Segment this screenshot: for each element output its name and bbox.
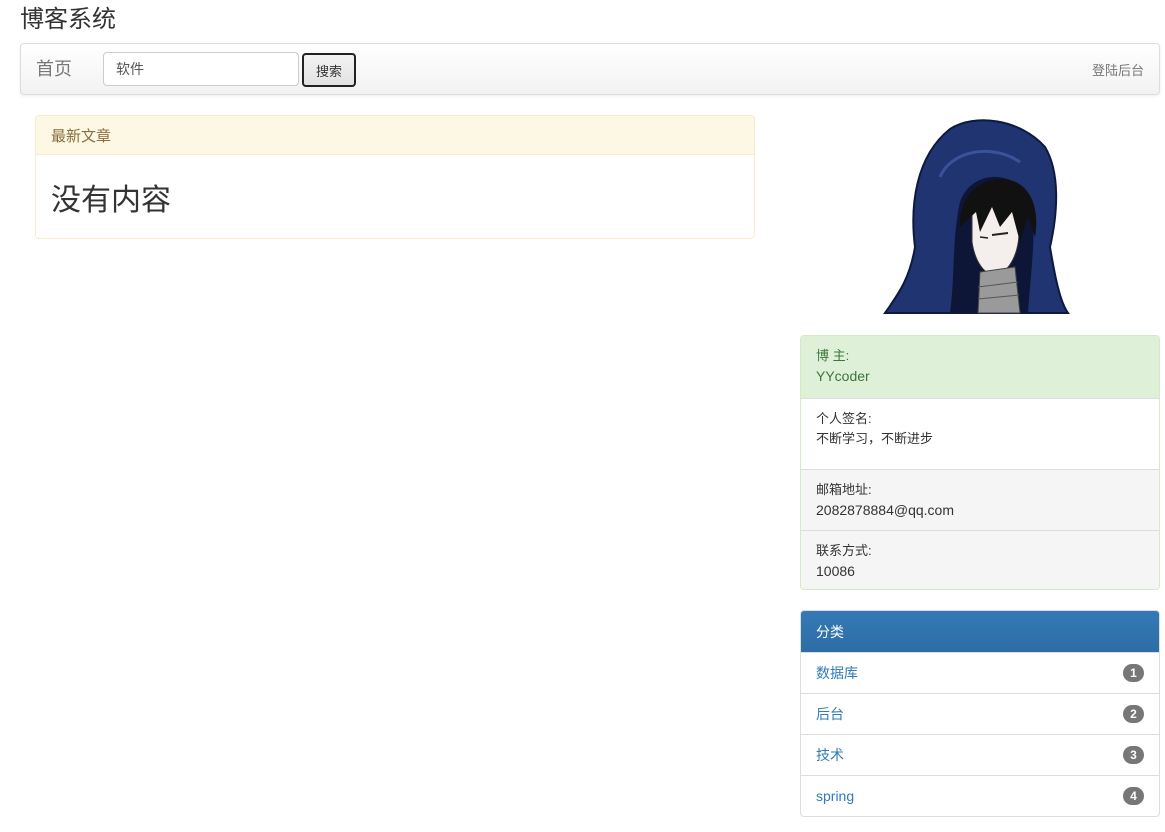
empty-message: 没有内容	[51, 184, 171, 217]
login-admin-link[interactable]: 登陆后台	[1092, 60, 1144, 79]
blogger-email: 邮箱地址: 2082878884@qq.com	[801, 469, 1159, 530]
category-count-badge: 4	[1123, 787, 1144, 805]
blogger-owner: 博 主: YYcoder	[801, 336, 1159, 398]
category-count-badge: 3	[1123, 746, 1144, 764]
category-item[interactable]: 技术 3	[801, 734, 1159, 775]
category-count-badge: 1	[1123, 664, 1144, 682]
latest-articles-heading: 最新文章	[36, 116, 754, 155]
site-title: 博客系统	[20, 6, 116, 33]
search-input[interactable]	[103, 52, 299, 86]
nav-home-link[interactable]: 首页	[36, 57, 72, 81]
category-item[interactable]: 后台 2	[801, 693, 1159, 734]
owner-value: YYcoder	[816, 368, 870, 384]
category-link[interactable]: spring	[816, 788, 854, 804]
avatar	[883, 119, 1070, 314]
category-link[interactable]: 数据库	[816, 663, 858, 683]
category-count-badge: 2	[1123, 705, 1144, 723]
categories-heading: 分类	[801, 611, 1159, 652]
contact-label: 联系方式:	[816, 543, 872, 558]
contact-value: 10086	[816, 563, 855, 579]
signature-label: 个人签名:	[816, 411, 872, 426]
signature-value: 不断学习，不断进步	[816, 431, 934, 446]
latest-articles-panel: 最新文章 没有内容	[35, 115, 755, 239]
email-value: 2082878884@qq.com	[816, 502, 954, 518]
categories-panel: 分类 数据库 1 后台 2 技术 3 spring 4	[800, 610, 1160, 817]
category-item[interactable]: spring 4	[801, 775, 1159, 816]
owner-label: 博 主:	[816, 348, 850, 363]
email-label: 邮箱地址:	[816, 482, 872, 497]
category-link[interactable]: 技术	[816, 745, 844, 765]
blogger-signature: 个人签名: 不断学习，不断进步	[801, 398, 1159, 469]
category-link[interactable]: 后台	[816, 704, 844, 724]
blogger-contact: 联系方式: 10086	[801, 530, 1159, 589]
navbar: 首页 搜索 登陆后台	[20, 43, 1160, 95]
category-item[interactable]: 数据库 1	[801, 652, 1159, 693]
blogger-info-panel: 博 主: YYcoder 个人签名: 不断学习，不断进步 邮箱地址: 20828…	[800, 335, 1160, 590]
search-button[interactable]: 搜索	[302, 53, 356, 87]
